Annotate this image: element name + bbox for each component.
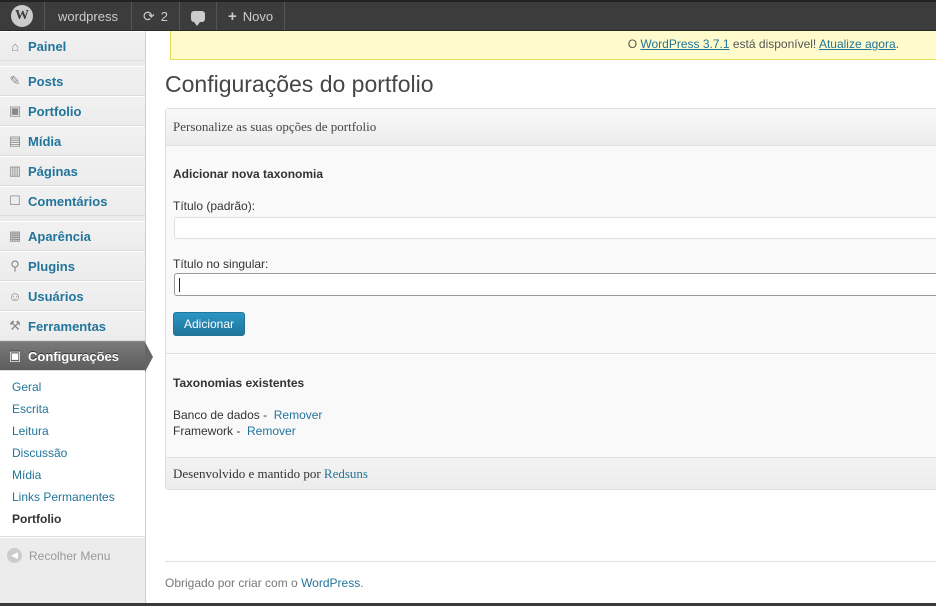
menu-item-configuracoes[interactable]: ▣ Configurações bbox=[0, 341, 153, 372]
submenu-item-midia[interactable]: Mídia bbox=[0, 464, 145, 486]
briefcase-icon: ▣ bbox=[8, 103, 22, 118]
refresh-icon: ⟳ bbox=[142, 7, 155, 24]
menu-item-painel[interactable]: ⌂ Painel bbox=[0, 31, 145, 61]
wp-logo-button[interactable]: W bbox=[0, 2, 45, 30]
comment-bubble-icon bbox=[190, 10, 205, 26]
settings-submenu: Geral Escrita Leitura Discussão Mídia Li… bbox=[0, 371, 145, 537]
remove-taxonomy-link[interactable]: Remover bbox=[247, 424, 296, 438]
menu-item-label: Aparência bbox=[28, 228, 91, 244]
menu-item-label: Posts bbox=[28, 73, 64, 89]
footer-suffix: . bbox=[360, 576, 364, 590]
menu-item-ferramentas[interactable]: ⚒ Ferramentas bbox=[0, 311, 145, 341]
plugins-icon: ⚲ bbox=[10, 258, 20, 273]
appearance-icon: ▦ bbox=[8, 228, 22, 243]
submenu-item-escrita[interactable]: Escrita bbox=[0, 398, 145, 420]
submenu-item-discussao[interactable]: Discussão bbox=[0, 442, 145, 464]
new-label: Novo bbox=[242, 8, 274, 24]
comments-button[interactable] bbox=[180, 2, 217, 30]
menu-item-label: Mídia bbox=[28, 133, 62, 149]
notice-suffix: . bbox=[895, 37, 899, 51]
menu-item-midia[interactable]: ▤ Mídia bbox=[0, 126, 145, 156]
portfolio-settings-panel: Personalize as suas opções de portfolio … bbox=[165, 108, 936, 490]
updates-button[interactable]: ⟳ 2 bbox=[132, 2, 180, 30]
update-notice: O WordPress 3.7.1 está disponível! Atual… bbox=[170, 31, 936, 60]
settings-icon: ▣ bbox=[8, 348, 22, 363]
plus-icon: + bbox=[227, 7, 237, 25]
existing-taxonomies-section: Taxonomias existentes Banco de dados - R… bbox=[166, 355, 936, 457]
submenu-item-leitura[interactable]: Leitura bbox=[0, 420, 145, 442]
menu-item-label: Portfolio bbox=[28, 103, 82, 119]
submenu-item-links-permanentes[interactable]: Links Permanentes bbox=[0, 486, 145, 508]
footer-divider bbox=[165, 561, 936, 562]
redsuns-link[interactable]: Redsuns bbox=[324, 466, 368, 481]
tools-icon: ⚒ bbox=[9, 318, 21, 333]
media-icon: ▤ bbox=[8, 133, 22, 148]
pages-icon: ▥ bbox=[8, 163, 22, 178]
site-name-link[interactable]: wordpress bbox=[45, 2, 132, 30]
page-title: Configurações do portfolio bbox=[165, 71, 434, 97]
menu-item-label: Configurações bbox=[28, 348, 120, 364]
update-now-link[interactable]: Atualize agora bbox=[819, 37, 896, 51]
add-taxonomy-title: Adicionar nova taxonomia bbox=[173, 167, 324, 181]
text-caret bbox=[179, 278, 180, 292]
menu-item-label: Painel bbox=[28, 38, 67, 54]
menu-item-label: Plugins bbox=[28, 258, 75, 274]
taxonomy-name: Framework bbox=[173, 424, 234, 438]
site-name-label: wordpress bbox=[58, 8, 118, 24]
main-content: O WordPress 3.7.1 está disponível! Atual… bbox=[146, 31, 936, 606]
submenu-item-geral[interactable]: Geral bbox=[0, 376, 145, 398]
taxonomy-name: Banco de dados bbox=[173, 408, 260, 422]
title-singular-label: Título no singular: bbox=[173, 257, 269, 271]
collapse-menu-button[interactable]: ◀ Recolher Menu bbox=[0, 537, 145, 573]
menu-item-plugins[interactable]: ⚲ Plugins bbox=[0, 251, 145, 281]
remove-taxonomy-link[interactable]: Remover bbox=[274, 408, 323, 422]
footer-thanks-text: Obrigado por criar com o bbox=[165, 576, 302, 590]
panel-footer: Desenvolvido e mantido por Redsuns bbox=[166, 457, 936, 489]
menu-item-posts[interactable]: ✎ Posts bbox=[0, 66, 145, 96]
comments-icon: ☐ bbox=[9, 193, 21, 208]
new-content-button[interactable]: + Novo bbox=[217, 2, 286, 30]
panel-header: Personalize as suas opções de portfolio bbox=[166, 109, 936, 146]
notice-middle: está disponível! bbox=[729, 37, 819, 51]
updates-count: 2 bbox=[160, 8, 168, 24]
wordpress-logo-icon: W bbox=[11, 5, 33, 27]
pin-icon: ✎ bbox=[9, 73, 21, 88]
menu-item-label: Páginas bbox=[28, 163, 78, 179]
menu-item-aparencia[interactable]: ▦ Aparência bbox=[0, 221, 145, 251]
admin-footer: Obrigado por criar com o WordPress. bbox=[165, 576, 364, 590]
wordpress-footer-link[interactable]: WordPress bbox=[301, 576, 360, 590]
taxonomy-row: Banco de dados - Remover bbox=[173, 408, 323, 422]
existing-taxonomies-title: Taxonomias existentes bbox=[173, 376, 305, 390]
users-icon: ☺ bbox=[8, 288, 22, 304]
title-default-input[interactable] bbox=[174, 217, 936, 239]
menu-item-usuarios[interactable]: ☺ Usuários bbox=[0, 281, 145, 311]
version-link[interactable]: WordPress 3.7.1 bbox=[640, 37, 729, 51]
add-taxonomy-section: Adicionar nova taxonomia Título (padrão)… bbox=[166, 146, 936, 353]
collapse-arrow-icon: ◀ bbox=[7, 548, 22, 563]
admin-bar: W wordpress ⟳ 2 + Novo bbox=[0, 0, 936, 31]
menu-item-portfolio[interactable]: ▣ Portfolio bbox=[0, 96, 145, 126]
menu-item-paginas[interactable]: ▥ Páginas bbox=[0, 156, 145, 186]
title-default-label: Título (padrão): bbox=[173, 199, 256, 213]
dashboard-icon: ⌂ bbox=[11, 38, 19, 54]
taxonomy-row: Framework - Remover bbox=[173, 424, 296, 438]
menu-item-label: Comentários bbox=[28, 193, 108, 209]
submenu-item-portfolio[interactable]: Portfolio bbox=[0, 508, 145, 530]
collapse-menu-label: Recolher Menu bbox=[29, 548, 111, 563]
admin-sidebar: ⌂ Painel ✎ Posts ▣ Portfolio ▤ Mídia ▥ P… bbox=[0, 31, 153, 606]
title-singular-input[interactable] bbox=[174, 273, 936, 296]
notice-prefix: O bbox=[627, 37, 641, 51]
menu-item-label: Usuários bbox=[28, 288, 84, 304]
footer-credit-text: Desenvolvido e mantido por bbox=[173, 466, 324, 481]
menu-item-label: Ferramentas bbox=[28, 318, 107, 334]
add-taxonomy-button[interactable]: Adicionar bbox=[173, 312, 246, 336]
menu-item-comentarios[interactable]: ☐ Comentários bbox=[0, 186, 145, 216]
